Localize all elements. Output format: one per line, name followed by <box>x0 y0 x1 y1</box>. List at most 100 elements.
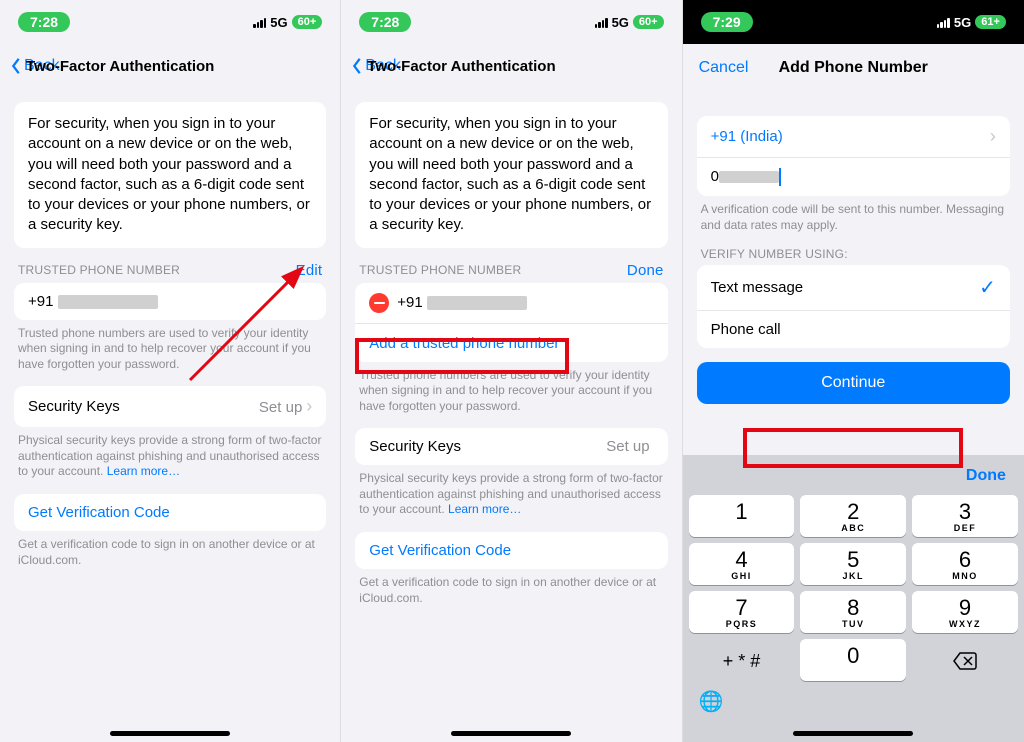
add-trusted-number-button[interactable]: Add a trusted phone number <box>355 325 667 362</box>
get-code-button[interactable]: Get Verification Code <box>355 532 667 569</box>
key-1[interactable]: 1 <box>689 495 795 537</box>
get-code-footer: Get a verification code to sign in on an… <box>359 575 663 606</box>
trusted-header: TRUSTED PHONE NUMBER Edit <box>18 262 322 279</box>
status-time: 7:29 <box>701 12 753 32</box>
status-bar: 7:28 5G 60+ <box>0 0 340 44</box>
verify-phone-call[interactable]: Phone call <box>697 311 1010 348</box>
number-prefix: +91 <box>28 293 53 310</box>
key-0[interactable]: 0 <box>800 639 906 681</box>
continue-button[interactable]: Continue <box>697 362 1010 404</box>
signal-icon <box>595 17 608 28</box>
get-code-footer: Get a verification code to sign in on an… <box>18 537 322 568</box>
key-2[interactable]: 2ABC <box>800 495 906 537</box>
trusted-header-label: TRUSTED PHONE NUMBER <box>359 263 521 277</box>
home-indicator <box>793 731 913 736</box>
number-prefix: +91 <box>397 293 422 310</box>
security-footer: Physical security keys provide a strong … <box>18 433 322 480</box>
network-label: 5G <box>612 15 629 30</box>
nav-bar: Back Two-Factor Authentication <box>341 44 681 88</box>
text-message-label: Text message <box>711 279 804 296</box>
cancel-button[interactable]: Cancel <box>699 59 749 77</box>
redacted-number <box>58 295 158 309</box>
signal-icon <box>253 17 266 28</box>
key-symbols[interactable]: + * # <box>689 639 795 681</box>
globe-icon[interactable]: 🌐 <box>689 689 1018 714</box>
verify-options: Text message ✓ Phone call <box>697 265 1010 348</box>
network-label: 5G <box>954 15 971 30</box>
key-6[interactable]: 6MNO <box>912 543 1018 585</box>
security-footer: Physical security keys provide a strong … <box>359 471 663 518</box>
status-time: 7:28 <box>18 12 70 32</box>
status-bar: 7:28 5G 60+ <box>341 0 681 44</box>
phone-number-row[interactable]: +91 <box>355 283 667 324</box>
nav-bar: Back Two-Factor Authentication <box>0 44 340 88</box>
verify-header-label: VERIFY NUMBER USING: <box>701 247 848 261</box>
key-grid: 1 2ABC 3DEF 4GHI 5JKL 6MNO 7PQRS 8TUV 9W… <box>689 495 1018 681</box>
key-5[interactable]: 5JKL <box>800 543 906 585</box>
trusted-number-list: +91 Add a trusted phone number <box>355 283 667 362</box>
key-8[interactable]: 8TUV <box>800 591 906 633</box>
status-time: 7:28 <box>359 12 411 32</box>
security-keys-row[interactable]: Security Keys Set up› <box>14 386 326 427</box>
trusted-header: TRUSTED PHONE NUMBER Done <box>359 262 663 279</box>
phone-number-row[interactable]: +91 <box>14 283 326 320</box>
battery-badge: 61+ <box>975 15 1006 29</box>
verify-text-message[interactable]: Text message ✓ <box>697 265 1010 311</box>
network-label: 5G <box>270 15 287 30</box>
signal-icon <box>937 17 950 28</box>
screen-edit-number: 7:28 5G 60+ Back Two-Factor Authenticati… <box>0 0 341 742</box>
learn-more-link[interactable]: Learn more… <box>448 502 521 516</box>
chevron-left-icon <box>10 57 22 75</box>
security-keys-row[interactable]: Security Keys Set up <box>355 428 667 465</box>
key-3[interactable]: 3DEF <box>912 495 1018 537</box>
intro-card: For security, when you sign in to your a… <box>14 102 326 248</box>
trusted-header-label: TRUSTED PHONE NUMBER <box>18 263 180 277</box>
edit-button[interactable]: Edit <box>296 262 323 279</box>
setup-label: Set up <box>606 438 649 455</box>
security-keys-label: Security Keys <box>369 438 461 455</box>
phone-number-input[interactable]: 0 <box>697 158 1010 196</box>
battery-badge: 60+ <box>633 15 664 29</box>
phone-call-label: Phone call <box>711 321 781 338</box>
modal-title: Add Phone Number <box>779 59 928 77</box>
trusted-footer: Trusted phone numbers are used to verify… <box>18 326 322 373</box>
modal-sheet: Cancel Add Phone Number +91 (India) › 0 … <box>683 44 1024 444</box>
battery-badge: 60+ <box>292 15 323 29</box>
key-9[interactable]: 9WXYZ <box>912 591 1018 633</box>
home-indicator <box>110 731 230 736</box>
key-backspace[interactable] <box>912 639 1018 681</box>
checkmark-icon: ✓ <box>979 275 996 300</box>
keyboard-done-button[interactable]: Done <box>966 467 1006 485</box>
modal-nav: Cancel Add Phone Number <box>683 44 1024 92</box>
learn-more-link[interactable]: Learn more… <box>107 464 180 478</box>
redacted-input <box>719 171 779 183</box>
numeric-keyboard: Done 1 2ABC 3DEF 4GHI 5JKL 6MNO 7PQRS 8T… <box>683 455 1024 742</box>
nav-title: Two-Factor Authentication <box>26 58 214 75</box>
chevron-right-icon: › <box>306 396 312 416</box>
intro-card: For security, when you sign in to your a… <box>355 102 667 248</box>
country-selector[interactable]: +91 (India) › <box>697 116 1010 158</box>
chevron-left-icon <box>351 57 363 75</box>
security-keys-label: Security Keys <box>28 398 120 415</box>
redacted-number <box>427 296 527 310</box>
backspace-icon <box>953 652 977 670</box>
done-button[interactable]: Done <box>627 262 664 279</box>
delete-minus-icon[interactable] <box>369 293 389 313</box>
screen-add-number: 7:28 5G 60+ Back Two-Factor Authenticati… <box>341 0 682 742</box>
add-trusted-label: Add a trusted phone number <box>369 335 559 352</box>
chevron-right-icon: › <box>990 126 996 147</box>
phone-value: 0 <box>711 168 719 185</box>
get-code-button[interactable]: Get Verification Code <box>14 494 326 531</box>
key-7[interactable]: 7PQRS <box>689 591 795 633</box>
key-4[interactable]: 4GHI <box>689 543 795 585</box>
nav-title: Two-Factor Authentication <box>367 58 555 75</box>
status-bar: 7:29 5G 61+ <box>683 0 1024 44</box>
text-cursor <box>779 168 781 186</box>
verify-header: VERIFY NUMBER USING: <box>701 247 1006 261</box>
setup-label: Set up <box>259 399 302 416</box>
verify-footer: A verification code will be sent to this… <box>701 202 1006 233</box>
home-indicator <box>451 731 571 736</box>
country-code-label: +91 (India) <box>711 128 783 145</box>
trusted-footer: Trusted phone numbers are used to verify… <box>359 368 663 415</box>
screen-enter-number: 7:29 5G 61+ Cancel Add Phone Number +91 … <box>683 0 1024 742</box>
